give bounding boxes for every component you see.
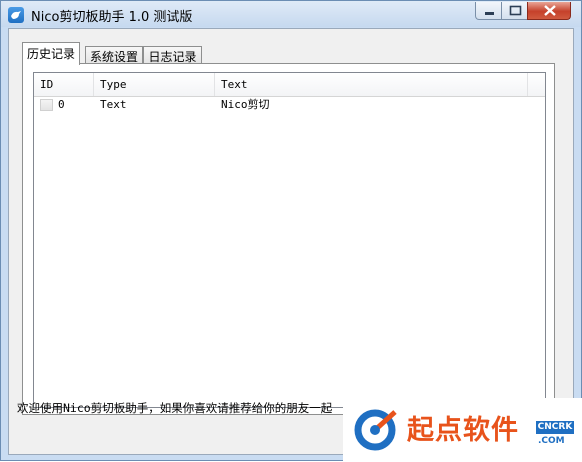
row-text: Nico剪切 [221,98,270,111]
watermark-brand: 起点软件 [407,415,519,446]
history-list[interactable]: ID Type Text 0 Text Nico剪切 [33,72,546,408]
column-header-type[interactable]: Type [94,73,215,96]
watermark-domain: .COM [538,436,565,446]
watermark: 起点软件 CNCRK .COM [343,398,582,462]
column-header-id[interactable]: ID [34,73,94,96]
history-tab-panel: ID Type Text 0 Text Nico剪切 [22,63,555,415]
app-window: Nico剪切板助手 1.0 测试版 历史记录 系统设置 日志记录 ID Type… [0,0,582,462]
row-id: 0 [58,98,65,111]
table-row[interactable]: 0 Text Nico剪切 [34,96,545,114]
column-header-text[interactable]: Text [215,73,528,96]
tab-history[interactable]: 历史记录 [22,42,80,65]
row-type: Text [100,98,127,111]
window-title: Nico剪切板助手 1.0 测试版 [31,10,193,25]
client-area: 历史记录 系统设置 日志记录 ID Type Text 0 Text Nico剪… [8,28,574,455]
watermark-badge: CNCRK [536,421,574,434]
watermark-logo-icon [354,409,397,451]
row-checkbox[interactable] [40,99,53,111]
app-bird-icon [8,7,24,23]
list-header: ID Type Text [34,73,545,97]
close-button[interactable] [527,2,571,20]
minimize-button[interactable] [475,2,502,20]
status-message: 欢迎使用Nico剪切板助手，如果你喜欢请推荐给你的朋友一起 [17,401,333,415]
maximize-button[interactable] [501,2,528,20]
title-bar[interactable]: Nico剪切板助手 1.0 测试版 [1,1,581,27]
